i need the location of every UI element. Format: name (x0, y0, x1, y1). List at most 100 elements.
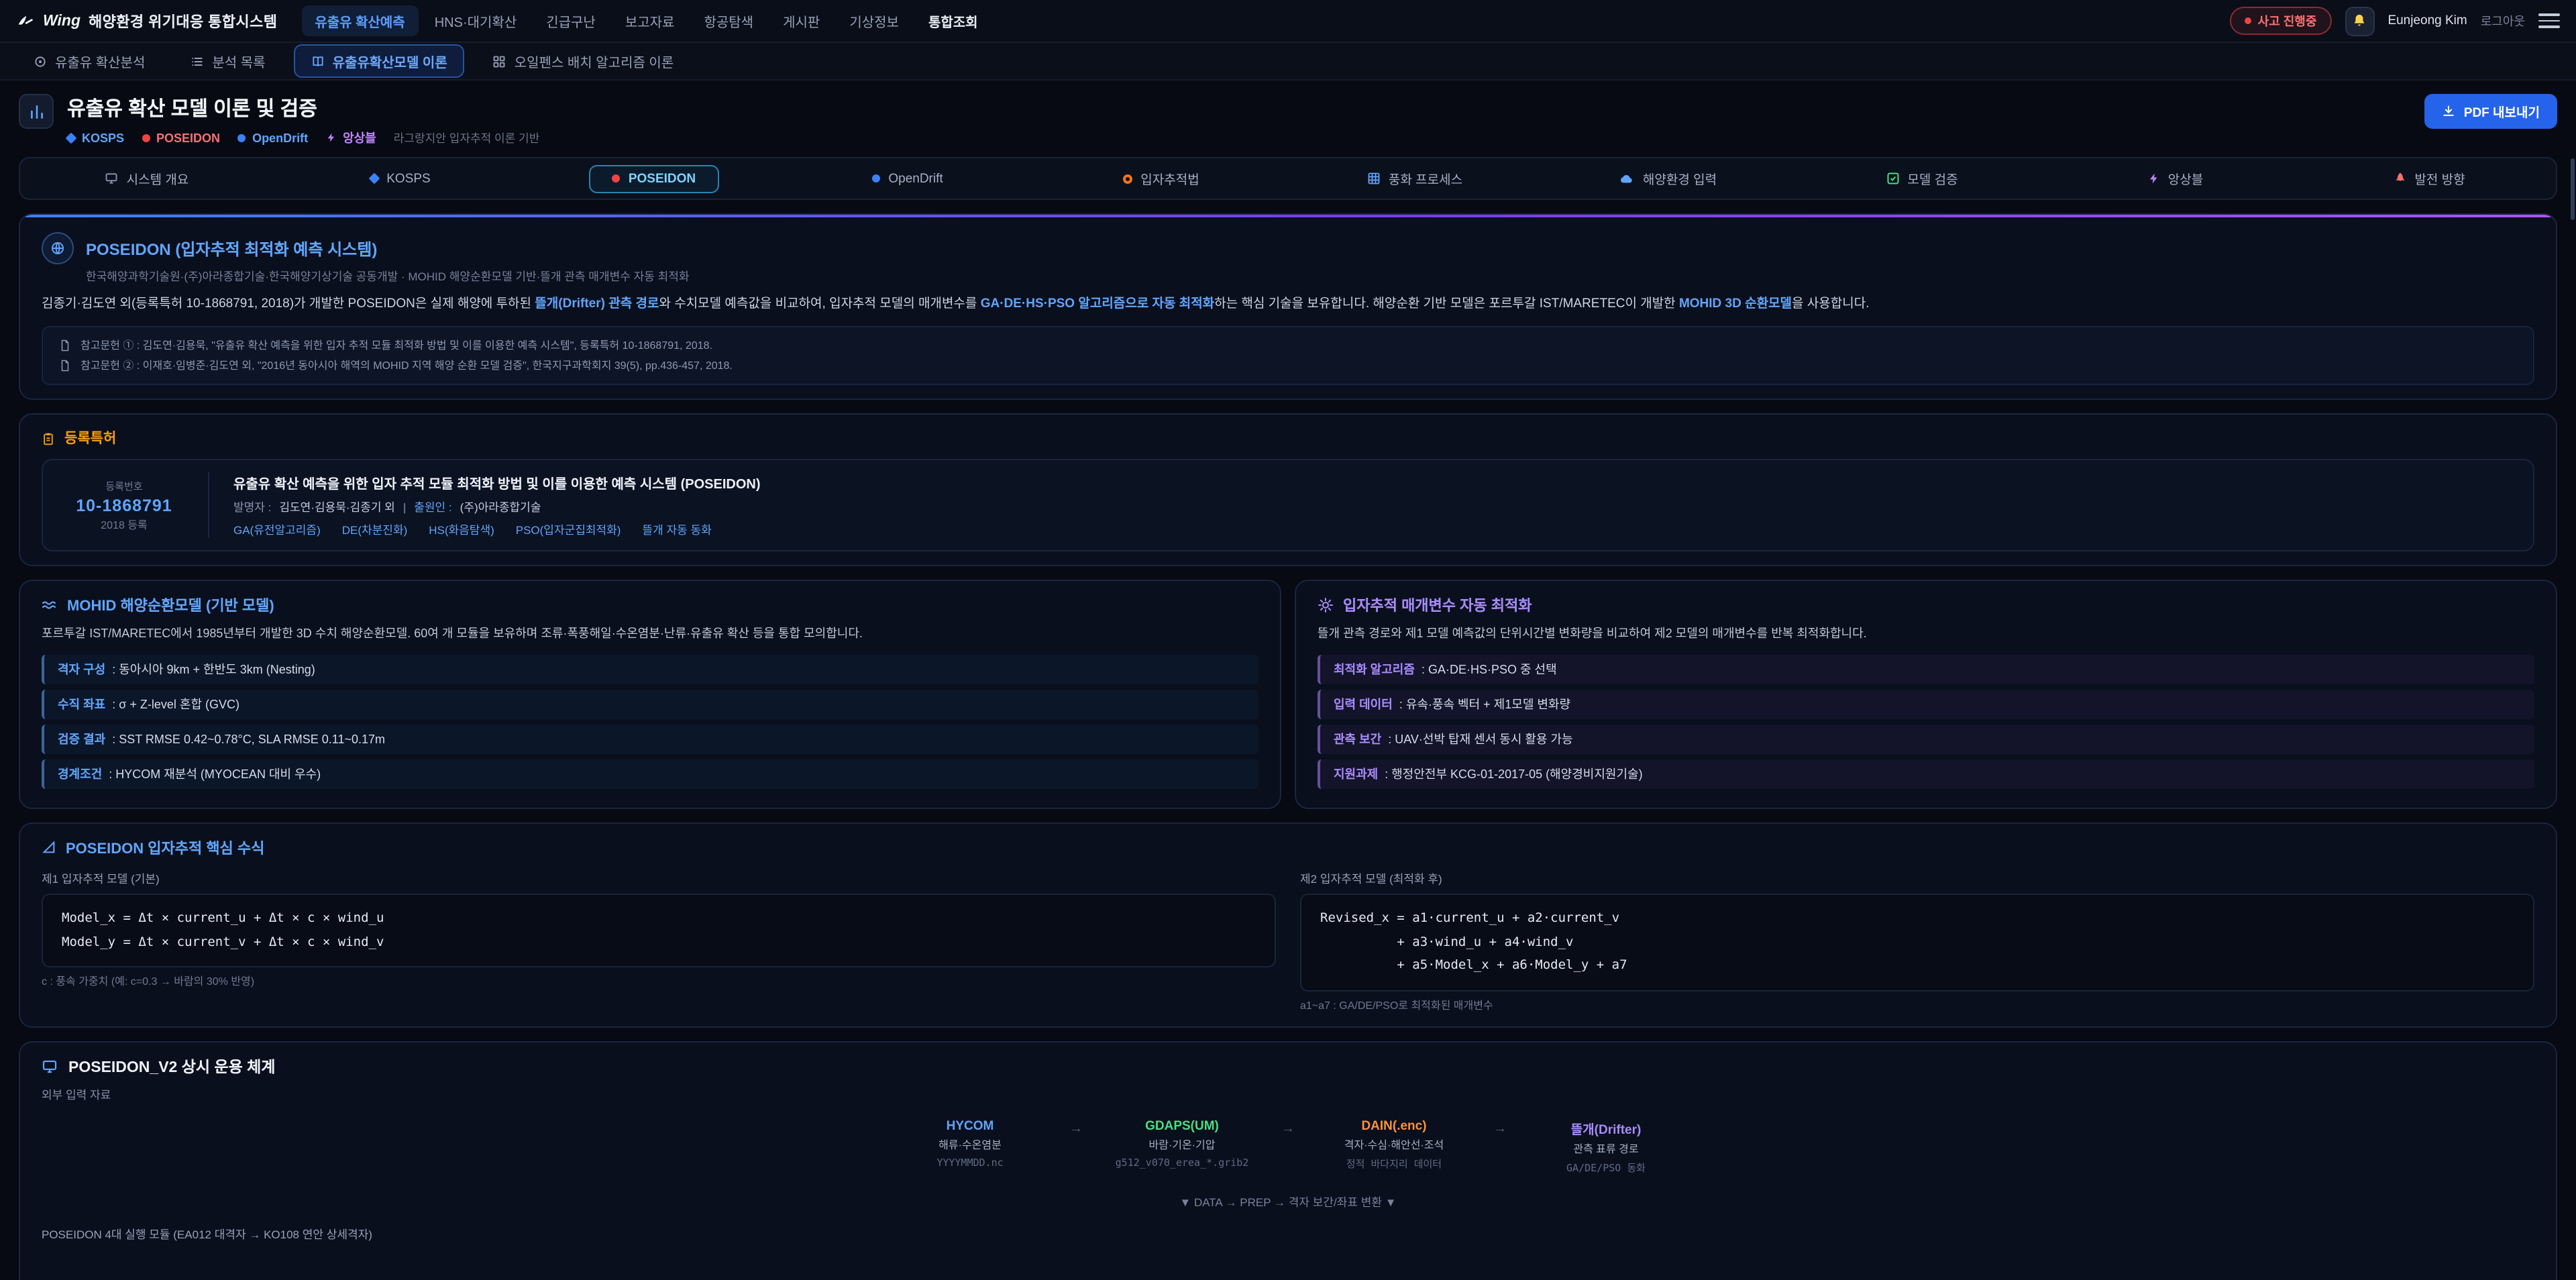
formula-header: POSEIDON 입자추적 핵심 수식 (42, 837, 2534, 859)
highlight-mohid-model: MOHID 3D 순환모델 (1679, 297, 1792, 311)
model2-code: Revised_x = a1·current_u + a2·current_v … (1300, 894, 2534, 991)
spec-row-boundary: 경계조건: HYCOM 재분석 (MYOCEAN 대비 우수) (42, 759, 1258, 789)
meta-divider: | (403, 500, 406, 514)
badge-poseidon: POSEIDON (142, 131, 220, 144)
nav-item-weather[interactable]: 기상정보 (836, 5, 912, 36)
formula-panel: POSEIDON 입자추적 핵심 수식 제1 입자추적 모델 (기본) Mode… (19, 822, 2557, 1027)
spec-row-observation: 관측 보간: UAV·선박 탑재 센서 동시 활용 가능 (1318, 725, 2534, 754)
tab-future-direction[interactable]: 발전 방향 (2302, 158, 2556, 199)
subtab-diffusion-model-theory[interactable]: 유출유확산모델 이론 (294, 44, 465, 78)
tab-ocean-env-input[interactable]: 해양환경 입력 (1542, 158, 1795, 199)
incident-status-badge[interactable]: 사고 진행중 (2230, 7, 2332, 35)
subtab-boom-algorithm-theory[interactable]: 오일펜스 배치 알고리즘 이론 (476, 44, 692, 78)
title-block: 유출유 확산 모델 이론 및 검증 KOSPS POSEIDON OpenDri… (67, 94, 539, 146)
data-flow-note: ▼ DATA → PREP → 격자 보간/좌표 변환 ▼ (42, 1193, 2534, 1210)
tag-hs[interactable]: HS(화음탐색) (429, 522, 494, 538)
wing-logo-icon (16, 11, 35, 30)
logout-link[interactable]: 로그아웃 (2481, 12, 2525, 30)
patent-number-block: 등록번호 10-1868791 2018 등록 (64, 472, 209, 538)
formula-model1: 제1 입자추적 모델 (기본) Model_x = Δt × current_u… (42, 871, 1276, 1012)
tab-opendrift[interactable]: OpenDrift (781, 158, 1034, 199)
modules-label: POSEIDON 4대 실행 모듈 (EA012 대격자 → KO108 연안 … (42, 1226, 2534, 1242)
tab-system-overview[interactable]: 시스템 개요 (20, 158, 274, 199)
patent-number: 10-1868791 (76, 496, 172, 515)
operation-header: POSEIDON_V2 상시 운용 체계 (42, 1055, 2534, 1077)
tab-ensemble[interactable]: 앙상블 (2049, 158, 2302, 199)
bolt-icon (325, 131, 336, 144)
formula-model2: 제2 입자추적 모델 (최적화 후) Revised_x = a1·curren… (1300, 871, 2534, 1012)
tag-de[interactable]: DE(차분진화) (342, 522, 408, 538)
nav-item-rescue[interactable]: 긴급구난 (533, 5, 609, 36)
notifications-button[interactable] (2345, 6, 2374, 36)
badge-row: KOSPS POSEIDON OpenDrift 앙상블 라그랑지안 입자추적 … (67, 129, 539, 146)
inventors: 김도연·김용묵·김종기 외 (279, 499, 394, 515)
waves-icon (42, 597, 58, 613)
gear-icon (1318, 597, 1334, 613)
subtab-label: 유출유확산모델 이론 (333, 51, 447, 71)
poseidon-header: POSEIDON (입자추적 최적화 예측 시스템) (42, 232, 2534, 264)
tab-weathering-process[interactable]: 풍화 프로세스 (1288, 158, 1542, 199)
spec-row-algorithm: 최적화 알고리즘: GA·DE·HS·PSO 중 선택 (1318, 655, 2534, 684)
source-dain: DAIN(.enc) 격자·수심·해안선·조석 정적 바다지리 데이터 (1324, 1118, 1464, 1171)
poseidon-subtitle: 한국해양과학기술원·(주)아라종합기술·한국해양기상기술 공동개발 · MOHI… (86, 268, 2534, 284)
hamburger-menu-icon[interactable] (2538, 9, 2560, 32)
page-header: 유출유 확산 모델 이론 및 검증 KOSPS POSEIDON OpenDri… (19, 94, 2557, 146)
sub-tab-bar: 유출유 확산분석 분석 목록 유출유확산모델 이론 오일펜스 배치 알고리즘 이… (0, 43, 2576, 81)
cloud-icon (1620, 171, 1635, 186)
assignee-label: 출원인 : (414, 499, 451, 515)
external-input-label: 외부 입력 자료 (42, 1086, 2534, 1102)
flow-arrow: → (1493, 1121, 1507, 1136)
poseidon-globe-icon (42, 232, 74, 264)
top-navigation: Wing 해양환경 위기대응 통합시스템 유출유 확산예측 HNS·대기확산 긴… (0, 0, 2576, 43)
spec-row-project: 지원과제: 행정안전부 KCG-01-2017-05 (해양경비지원기술) (1318, 759, 2534, 789)
tag-ga[interactable]: GA(유전알고리즘) (233, 522, 321, 538)
patent-meta: 발명자 : 김도연·김용묵·김종기 외 | 출원인 : (주)아라종합기술 (233, 499, 761, 515)
subtab-analysis-list[interactable]: 분석 목록 (173, 44, 282, 78)
list-icon (191, 54, 204, 68)
model2-caption: a1~a7 : GA/DE/PSO로 최적화된 매개변수 (1300, 998, 2534, 1012)
nav-item-board[interactable]: 게시판 (769, 5, 833, 36)
red-dot-icon (612, 174, 621, 182)
bolt-icon (2148, 172, 2160, 185)
source-gdaps: GDAPS(UM) 바람·기온·기압 g512_v070_erea_*.grib… (1112, 1118, 1252, 1168)
nav-item-oil-spill-forecast[interactable]: 유출유 확산예측 (301, 5, 418, 36)
tab-model-validation[interactable]: 모델 검증 (1795, 158, 2049, 199)
bell-icon (2352, 13, 2367, 28)
nav-item-reports[interactable]: 보고자료 (612, 5, 688, 36)
diamond-icon (66, 132, 77, 144)
patent-tags: GA(유전알고리즘) DE(차분진화) HS(화음탐색) PSO(입자군집최적화… (233, 522, 761, 538)
incident-label: 사고 진행중 (2258, 12, 2317, 30)
page-subtitle: 라그랑지안 입자추적 이론 기반 (394, 129, 540, 146)
subtab-spill-analysis[interactable]: 유출유 확산분석 (16, 44, 162, 78)
model1-code: Model_x = Δt × current_u + Δt × c × wind… (42, 894, 1276, 967)
rocket-icon (2393, 172, 2406, 185)
nav-item-integrated-search[interactable]: 통합조회 (915, 5, 991, 36)
monitor-icon (42, 1058, 58, 1074)
nav-item-aerial-search[interactable]: 항공탐색 (690, 5, 767, 36)
optimization-description: 뜰개 관측 경로와 제1 모델 예측값의 단위시간별 변화량을 비교하여 제2 … (1318, 625, 2534, 644)
patent-number-label: 등록번호 (105, 478, 142, 493)
document-icon (59, 360, 71, 372)
tag-drifter-assimilation[interactable]: 뜰개 자동 동화 (642, 522, 711, 538)
subtab-label: 분석 목록 (212, 51, 265, 71)
highlight-optimization-algorithms: GA·DE·HS·PSO 알고리즘으로 자동 최적화 (981, 297, 1215, 311)
patent-card: 등록번호 10-1868791 2018 등록 유출유 확산 예측을 위한 입자… (42, 459, 2534, 551)
poseidon-title: POSEIDON (입자추적 최적화 예측 시스템) (86, 237, 377, 260)
spec-row-validation: 검증 결과: SST RMSE 0.42~0.78°C, SLA RMSE 0.… (42, 725, 1258, 754)
tab-kosps[interactable]: KOSPS (274, 158, 527, 199)
book-icon (311, 54, 325, 68)
poseidon-description: 김종기·김도연 외(등록특허 10-1868791, 2018)가 개발한 PO… (42, 294, 2534, 315)
tag-pso[interactable]: PSO(입자군집최적화) (516, 522, 621, 538)
app-logo[interactable]: Wing 해양환경 위기대응 통합시스템 (16, 10, 277, 32)
section-tab-strip: 시스템 개요 KOSPS POSEIDON OpenDrift 입자추적법 풍화… (19, 157, 2557, 200)
scrollbar-thumb[interactable] (2571, 158, 2575, 220)
blue-dot-icon (872, 174, 880, 182)
tab-particle-tracking[interactable]: 입자추적법 (1034, 158, 1288, 199)
nav-item-hns[interactable]: HNS·대기확산 (421, 5, 531, 36)
reference-2: 참고문헌 ② : 이재호·임병준·김도연 외, "2016년 동아시아 해역의 … (59, 356, 2517, 376)
patent-year: 2018 등록 (101, 517, 148, 532)
pdf-export-button[interactable]: PDF 내보내기 (2425, 94, 2557, 129)
tab-poseidon[interactable]: POSEIDON (527, 158, 781, 199)
optimization-panel: 입자추적 매개변수 자동 최적화 뜰개 관측 경로와 제1 모델 예측값의 단위… (1295, 580, 2557, 809)
analysis-pin-icon (34, 54, 47, 68)
